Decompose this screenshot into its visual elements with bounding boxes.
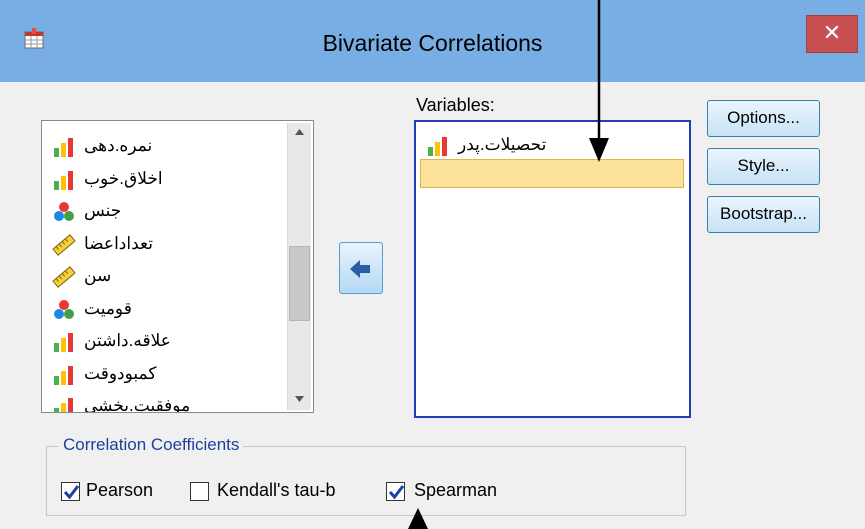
list-item[interactable]: اخلاق.خوب <box>46 166 276 194</box>
kendall-label[interactable]: Kendall's tau-b <box>217 480 336 501</box>
list-item[interactable]: کمبودوقت <box>46 361 276 389</box>
list-item-label: کمبودوقت <box>84 363 157 383</box>
title-bar[interactable]: Bivariate Correlations ✕ <box>0 0 865 82</box>
spearman-label[interactable]: Spearman <box>414 480 497 501</box>
source-list-scrollbar[interactable] <box>287 123 311 410</box>
annotation-arrow-up <box>408 508 428 529</box>
list-item-label: علاقه.داشتن <box>84 331 171 350</box>
close-button[interactable]: ✕ <box>806 15 858 53</box>
selected-variable-highlight <box>420 159 684 188</box>
move-variable-button[interactable] <box>339 242 383 294</box>
scale-variable-icon <box>54 365 73 385</box>
scale-variable-icon <box>428 137 447 156</box>
correlation-coefficients-title: Correlation Coefficients <box>59 435 244 455</box>
bootstrap-button[interactable]: Bootstrap... <box>707 196 820 233</box>
arrow-down-icon <box>295 396 304 402</box>
list-item-label: موفقیت.بخشی <box>84 396 191 413</box>
pearson-label[interactable]: Pearson <box>86 480 153 501</box>
style-button[interactable]: Style... <box>707 148 820 185</box>
ruler-scale-icon <box>52 266 76 288</box>
list-item[interactable]: جنس <box>46 198 276 226</box>
check-icon <box>63 485 80 500</box>
nominal-variable-icon <box>54 299 74 319</box>
kendall-checkbox[interactable] <box>190 482 209 501</box>
list-item-label: تعداداعضا <box>84 233 153 253</box>
move-left-arrow-icon <box>350 260 370 278</box>
dialog-title: Bivariate Correlations <box>322 30 543 56</box>
scroll-up-button[interactable] <box>288 123 311 141</box>
list-item[interactable]: تعداداعضا <box>46 231 276 259</box>
list-item-label: نمره.دهی <box>84 136 153 155</box>
list-item[interactable]: علاقه.داشتن <box>46 328 276 356</box>
arrow-up-icon <box>295 129 304 135</box>
scroll-down-button[interactable] <box>288 390 311 408</box>
nominal-variable-icon <box>54 202 74 221</box>
scale-variable-icon <box>54 170 73 190</box>
list-item[interactable]: نمره.دهی <box>46 133 276 161</box>
check-icon <box>388 485 405 500</box>
close-icon: ✕ <box>822 20 842 45</box>
dialog-window: Bivariate Correlations ✕ نمره.دهی اخلاق.خ… <box>0 0 865 529</box>
list-item[interactable]: موفقیت.بخشی <box>46 393 276 413</box>
variables-label: Variables: <box>416 95 495 115</box>
annotation-arrow-down <box>589 0 609 162</box>
list-item-label: تحصیلات.پدر <box>458 135 547 154</box>
list-item[interactable]: تحصیلات.پدر <box>420 132 650 160</box>
list-item-label: سن <box>84 266 112 285</box>
pearson-checkbox[interactable] <box>61 482 80 501</box>
list-item-label: اخلاق.خوب <box>84 168 163 188</box>
scale-variable-icon <box>54 138 73 157</box>
scroll-thumb[interactable] <box>289 246 310 321</box>
scale-variable-icon <box>54 333 73 352</box>
options-button[interactable]: Options... <box>707 100 820 137</box>
list-item-label: قومیت <box>84 298 132 318</box>
source-variable-list[interactable]: نمره.دهی اخلاق.خوب جنس تعداداعضا سن قومیت علاق… <box>41 120 314 413</box>
list-item-label: جنس <box>84 201 122 220</box>
list-item[interactable]: سن <box>46 263 276 291</box>
list-item[interactable]: قومیت <box>46 296 276 324</box>
scale-variable-icon <box>54 398 73 412</box>
spearman-checkbox[interactable] <box>386 482 405 501</box>
ruler-scale-icon <box>52 233 76 256</box>
